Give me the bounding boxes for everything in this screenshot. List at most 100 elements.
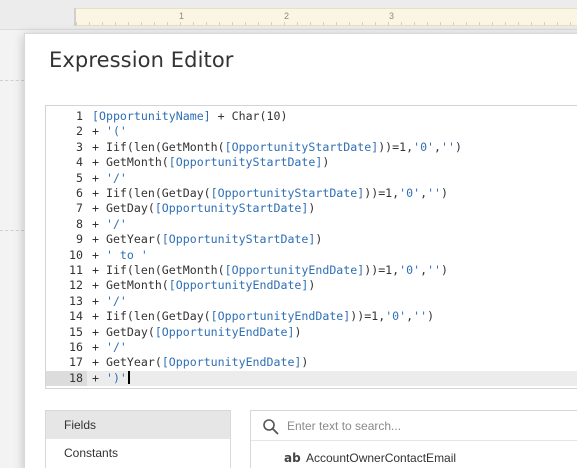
code-token: + Iif(len(GetDay( [92,309,211,324]
string-literal-token: '0' [399,263,421,277]
string-literal-token: ')' [105,370,127,385]
line-number: 8 [76,216,83,231]
code-line[interactable]: 18 + ')' [46,370,577,387]
field-search-input[interactable] [287,417,567,435]
code-token: + [92,124,106,139]
code-line[interactable]: 14 + Iif(len(GetDay([OpportunityEndDate])… [46,309,577,324]
code-token: + [92,216,106,231]
code-line[interactable]: 8 + '/' [46,217,577,232]
code-token: + GetDay( [92,324,155,339]
code-token: ) [441,263,449,277]
code-line[interactable]: 2 + '(' [46,124,577,139]
string-literal-token: ' to ' [105,247,148,262]
code-text: + Iif(len(GetMonth([OpportunityEndDate])… [92,263,448,278]
field-reference-token: [OpportunityName] [92,109,211,123]
fields-list-panel: ab AccountOwnerContactEmail [250,410,577,468]
designer-ruler: 1 2 3 [0,0,577,30]
code-text: + GetMonth([OpportunityStartDate]) [92,155,329,170]
code-text: + ')' [92,370,130,386]
code-token: + GetYear( [92,232,162,247]
code-token: + GetMonth( [92,155,169,170]
code-token: , [434,139,442,154]
string-literal-token: '/' [105,216,127,231]
string-type-icon: ab [284,451,301,465]
ruler-mark: 3 [389,11,395,21]
line-number: 17 [69,355,83,370]
code-text: [OpportunityName] + Char(10) [92,109,287,124]
category-list: Fields Constants [45,410,231,468]
string-literal-token: '/' [105,170,127,185]
string-literal-token: '' [413,309,428,324]
code-token: ) [308,278,316,293]
code-token: ) [455,139,462,154]
code-token: + Iif(len(GetMonth( [92,139,225,154]
line-number: 13 [69,293,83,308]
field-reference-token: [OpportunityStartDate] [161,232,316,247]
code-token: + GetDay( [92,201,155,216]
field-name: AccountOwnerContactEmail [306,451,457,465]
code-line[interactable]: 10 + ' to ' [46,248,577,263]
code-token: + [92,340,106,354]
line-number: 6 [76,186,83,200]
code-token: ) [294,324,302,339]
code-line[interactable]: 6 + Iif(len(GetDay([OpportunityStartDate]… [46,186,577,201]
code-line[interactable]: 4 + GetMonth([OpportunityStartDate]) [46,155,577,170]
code-token: + [92,247,106,262]
code-line[interactable]: 9 + GetYear([OpportunityStartDate]) [46,232,577,247]
code-text: + Iif(len(GetDay([OpportunityEndDate]))=… [92,309,434,324]
string-literal-token: '' [427,263,442,277]
code-line[interactable]: 13 + '/' [46,294,577,309]
code-text: + Iif(len(GetDay([OpportunityStartDate])… [92,186,448,201]
code-token: ) [308,201,316,216]
code-text: + '/' [92,171,127,186]
code-token: ) [322,155,330,170]
code-text: + Iif(len(GetMonth([OpportunityStartDate… [92,140,462,155]
code-line[interactable]: 3 + Iif(len(GetMonth([OpportunityStartDat… [46,140,577,155]
code-line[interactable]: 15 + GetDay([OpportunityEndDate]) [46,325,577,340]
string-literal-token: '0' [385,309,407,324]
code-line[interactable]: 12 + GetMonth([OpportunityEndDate]) [46,278,577,293]
code-token: ))=1, [364,186,400,200]
code-line[interactable]: 1 [OpportunityName] + Char(10) [46,109,577,124]
code-token: + GetYear( [92,355,162,370]
line-number: 12 [69,278,83,293]
code-text: + GetDay([OpportunityStartDate]) [92,201,315,216]
code-line[interactable]: 5 + '/' [46,171,577,186]
string-literal-token: '0' [413,139,435,154]
expression-code-editor[interactable]: 1 [OpportunityName] + Char(10) 2 + '(' 3 + Ii… [45,105,577,389]
field-reference-token: [OpportunityEndDate] [154,324,295,339]
category-item-fields[interactable]: Fields [46,411,230,439]
code-line[interactable]: 11 + Iif(len(GetMonth([OpportunityEndDate… [46,263,577,278]
ruler-strip [76,8,577,26]
code-token: + GetMonth( [92,278,169,293]
band-guide-line [0,230,24,231]
expression-editor-dialog: Expression Editor 1 [OpportunityName] + C… [24,33,577,468]
line-number: 2 [76,124,83,139]
ruler-mark: 1 [179,11,185,21]
code-line[interactable]: 16 + '/' [46,340,577,355]
code-token: ))=1, [364,263,400,277]
line-number: 7 [76,201,83,216]
field-search-bar [251,411,577,441]
category-item-constants[interactable]: Constants [46,439,230,467]
string-literal-token: '0' [399,186,421,200]
string-literal-token: '' [427,186,442,200]
code-text: + '(' [92,124,127,139]
code-text: + GetDay([OpportunityEndDate]) [92,325,301,340]
line-number: 18 [46,370,87,387]
string-literal-token: '/' [105,293,127,308]
field-list-item[interactable]: ab AccountOwnerContactEmail [251,447,577,468]
field-reference-token: [OpportunityEndDate] [210,309,351,324]
code-text: + '/' [92,217,127,232]
line-number: 16 [69,340,83,354]
code-token: + [92,170,106,185]
line-number: 1 [76,109,83,123]
code-text: + GetMonth([OpportunityEndDate]) [92,278,315,293]
code-line[interactable]: 7 + GetDay([OpportunityStartDate]) [46,201,577,216]
line-number: 14 [69,309,83,324]
code-text: + GetYear([OpportunityEndDate]) [92,355,308,370]
line-number: 5 [76,170,83,185]
field-reference-token: [OpportunityEndDate] [168,278,309,293]
code-token: + [92,293,106,308]
code-line[interactable]: 17 + GetYear([OpportunityEndDate]) [46,355,577,370]
